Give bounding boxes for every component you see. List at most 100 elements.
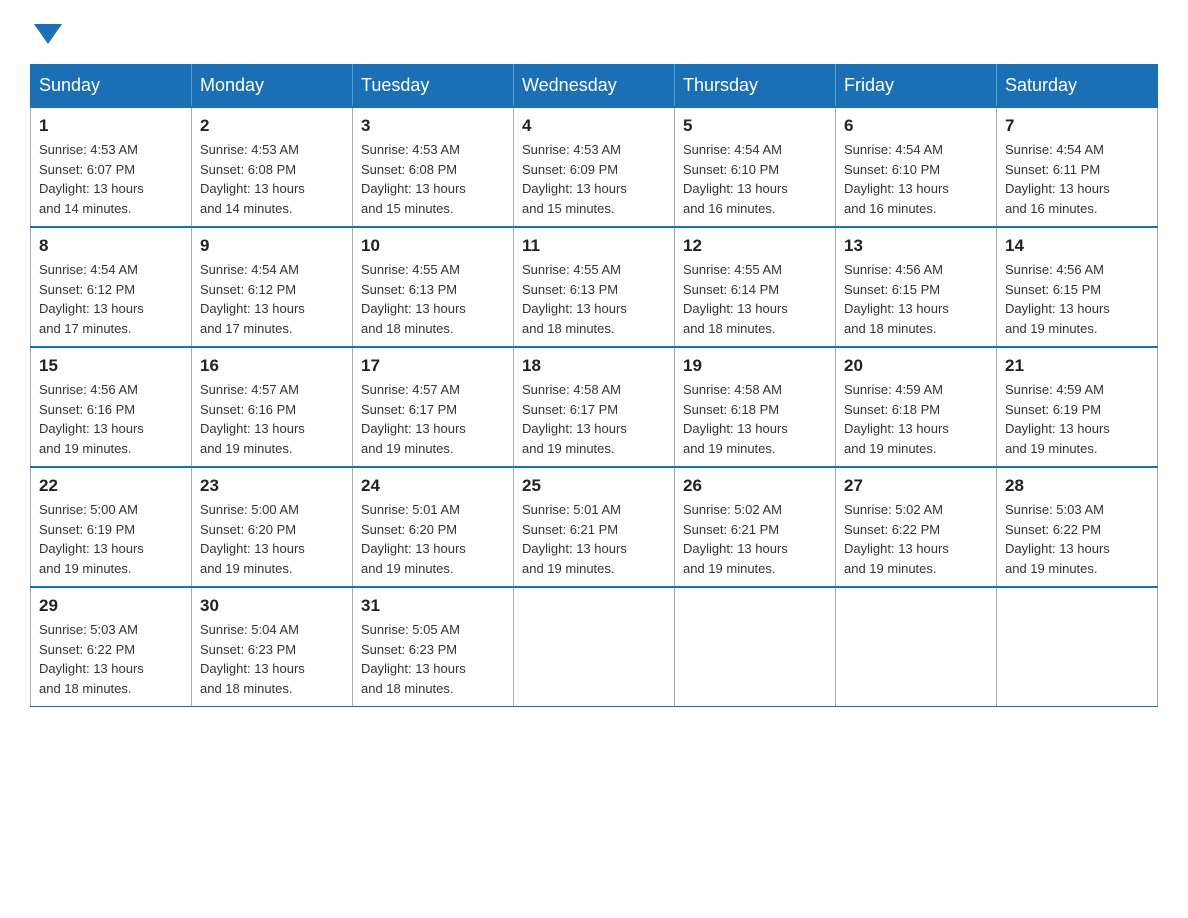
day-number: 28 xyxy=(1005,476,1149,496)
day-info: Sunrise: 5:03 AMSunset: 6:22 PMDaylight:… xyxy=(1005,500,1149,578)
day-info: Sunrise: 4:59 AMSunset: 6:19 PMDaylight:… xyxy=(1005,380,1149,458)
day-number: 23 xyxy=(200,476,344,496)
calendar-table: SundayMondayTuesdayWednesdayThursdayFrid… xyxy=(30,64,1158,707)
day-number: 9 xyxy=(200,236,344,256)
day-number: 18 xyxy=(522,356,666,376)
day-cell-2: 2 Sunrise: 4:53 AMSunset: 6:08 PMDaylight… xyxy=(192,107,353,227)
day-info: Sunrise: 4:54 AMSunset: 6:10 PMDaylight:… xyxy=(844,140,988,218)
day-info: Sunrise: 4:54 AMSunset: 6:12 PMDaylight:… xyxy=(39,260,183,338)
day-number: 31 xyxy=(361,596,505,616)
week-row-1: 1 Sunrise: 4:53 AMSunset: 6:07 PMDaylight… xyxy=(31,107,1158,227)
day-number: 27 xyxy=(844,476,988,496)
day-cell-13: 13Sunrise: 4:56 AMSunset: 6:15 PMDayligh… xyxy=(836,227,997,347)
day-info: Sunrise: 5:00 AMSunset: 6:19 PMDaylight:… xyxy=(39,500,183,578)
logo xyxy=(30,20,62,44)
day-number: 30 xyxy=(200,596,344,616)
day-info: Sunrise: 5:01 AMSunset: 6:21 PMDaylight:… xyxy=(522,500,666,578)
col-header-friday: Friday xyxy=(836,65,997,108)
day-info: Sunrise: 5:00 AMSunset: 6:20 PMDaylight:… xyxy=(200,500,344,578)
day-cell-3: 3Sunrise: 4:53 AMSunset: 6:08 PMDaylight… xyxy=(353,107,514,227)
day-number: 10 xyxy=(361,236,505,256)
day-number: 1 xyxy=(39,116,183,136)
day-number: 12 xyxy=(683,236,827,256)
day-number: 29 xyxy=(39,596,183,616)
week-row-4: 22Sunrise: 5:00 AMSunset: 6:19 PMDayligh… xyxy=(31,467,1158,587)
day-number: 20 xyxy=(844,356,988,376)
day-cell-18: 18 Sunrise: 4:58 AMSunset: 6:17 PMDayligh… xyxy=(514,347,675,467)
day-info: Sunrise: 4:54 AMSunset: 6:11 PMDaylight:… xyxy=(1005,140,1149,218)
day-number: 26 xyxy=(683,476,827,496)
day-cell-24: 24Sunrise: 5:01 AMSunset: 6:20 PMDayligh… xyxy=(353,467,514,587)
empty-cell xyxy=(997,587,1158,707)
day-cell-7: 7 Sunrise: 4:54 AMSunset: 6:11 PMDaylight… xyxy=(997,107,1158,227)
day-info: Sunrise: 5:02 AMSunset: 6:21 PMDaylight:… xyxy=(683,500,827,578)
day-info: Sunrise: 4:56 AMSunset: 6:15 PMDaylight:… xyxy=(844,260,988,338)
day-info: Sunrise: 4:54 AMSunset: 6:12 PMDaylight:… xyxy=(200,260,344,338)
day-cell-15: 15Sunrise: 4:56 AMSunset: 6:16 PMDayligh… xyxy=(31,347,192,467)
day-cell-22: 22Sunrise: 5:00 AMSunset: 6:19 PMDayligh… xyxy=(31,467,192,587)
day-info: Sunrise: 4:59 AMSunset: 6:18 PMDaylight:… xyxy=(844,380,988,458)
col-header-saturday: Saturday xyxy=(997,65,1158,108)
col-header-sunday: Sunday xyxy=(31,65,192,108)
day-number: 4 xyxy=(522,116,666,136)
week-row-3: 15Sunrise: 4:56 AMSunset: 6:16 PMDayligh… xyxy=(31,347,1158,467)
day-info: Sunrise: 4:56 AMSunset: 6:16 PMDaylight:… xyxy=(39,380,183,458)
day-info: Sunrise: 4:55 AMSunset: 6:14 PMDaylight:… xyxy=(683,260,827,338)
day-info: Sunrise: 4:56 AMSunset: 6:15 PMDaylight:… xyxy=(1005,260,1149,338)
day-number: 16 xyxy=(200,356,344,376)
day-number: 17 xyxy=(361,356,505,376)
day-info: Sunrise: 5:04 AMSunset: 6:23 PMDaylight:… xyxy=(200,620,344,698)
day-number: 2 xyxy=(200,116,344,136)
day-info: Sunrise: 4:55 AMSunset: 6:13 PMDaylight:… xyxy=(361,260,505,338)
day-number: 25 xyxy=(522,476,666,496)
day-cell-20: 20 Sunrise: 4:59 AMSunset: 6:18 PMDayligh… xyxy=(836,347,997,467)
day-cell-6: 6 Sunrise: 4:54 AMSunset: 6:10 PMDaylight… xyxy=(836,107,997,227)
day-info: Sunrise: 4:53 AMSunset: 6:08 PMDaylight:… xyxy=(200,140,344,218)
day-number: 7 xyxy=(1005,116,1149,136)
day-cell-9: 9 Sunrise: 4:54 AMSunset: 6:12 PMDaylight… xyxy=(192,227,353,347)
day-number: 8 xyxy=(39,236,183,256)
day-cell-25: 25 Sunrise: 5:01 AMSunset: 6:21 PMDayligh… xyxy=(514,467,675,587)
logo-triangle-icon xyxy=(34,24,62,44)
day-cell-16: 16 Sunrise: 4:57 AMSunset: 6:16 PMDayligh… xyxy=(192,347,353,467)
day-cell-28: 28 Sunrise: 5:03 AMSunset: 6:22 PMDayligh… xyxy=(997,467,1158,587)
day-info: Sunrise: 4:53 AMSunset: 6:07 PMDaylight:… xyxy=(39,140,183,218)
day-info: Sunrise: 4:57 AMSunset: 6:16 PMDaylight:… xyxy=(200,380,344,458)
day-info: Sunrise: 4:54 AMSunset: 6:10 PMDaylight:… xyxy=(683,140,827,218)
day-cell-21: 21 Sunrise: 4:59 AMSunset: 6:19 PMDayligh… xyxy=(997,347,1158,467)
day-cell-10: 10 Sunrise: 4:55 AMSunset: 6:13 PMDayligh… xyxy=(353,227,514,347)
day-cell-4: 4 Sunrise: 4:53 AMSunset: 6:09 PMDaylight… xyxy=(514,107,675,227)
week-row-2: 8 Sunrise: 4:54 AMSunset: 6:12 PMDaylight… xyxy=(31,227,1158,347)
day-number: 19 xyxy=(683,356,827,376)
logo-top xyxy=(30,20,62,44)
col-header-monday: Monday xyxy=(192,65,353,108)
page-header xyxy=(30,20,1158,44)
col-header-wednesday: Wednesday xyxy=(514,65,675,108)
day-info: Sunrise: 4:53 AMSunset: 6:09 PMDaylight:… xyxy=(522,140,666,218)
day-cell-5: 5 Sunrise: 4:54 AMSunset: 6:10 PMDaylight… xyxy=(675,107,836,227)
empty-cell xyxy=(514,587,675,707)
day-cell-30: 30 Sunrise: 5:04 AMSunset: 6:23 PMDayligh… xyxy=(192,587,353,707)
day-cell-11: 11Sunrise: 4:55 AMSunset: 6:13 PMDayligh… xyxy=(514,227,675,347)
day-cell-19: 19Sunrise: 4:58 AMSunset: 6:18 PMDayligh… xyxy=(675,347,836,467)
day-number: 24 xyxy=(361,476,505,496)
empty-cell xyxy=(675,587,836,707)
day-number: 21 xyxy=(1005,356,1149,376)
calendar-header-row: SundayMondayTuesdayWednesdayThursdayFrid… xyxy=(31,65,1158,108)
day-cell-29: 29Sunrise: 5:03 AMSunset: 6:22 PMDayligh… xyxy=(31,587,192,707)
day-number: 5 xyxy=(683,116,827,136)
day-cell-26: 26 Sunrise: 5:02 AMSunset: 6:21 PMDayligh… xyxy=(675,467,836,587)
day-info: Sunrise: 4:55 AMSunset: 6:13 PMDaylight:… xyxy=(522,260,666,338)
day-info: Sunrise: 4:58 AMSunset: 6:17 PMDaylight:… xyxy=(522,380,666,458)
day-info: Sunrise: 4:57 AMSunset: 6:17 PMDaylight:… xyxy=(361,380,505,458)
col-header-thursday: Thursday xyxy=(675,65,836,108)
day-info: Sunrise: 5:05 AMSunset: 6:23 PMDaylight:… xyxy=(361,620,505,698)
day-number: 3 xyxy=(361,116,505,136)
day-cell-31: 31 Sunrise: 5:05 AMSunset: 6:23 PMDayligh… xyxy=(353,587,514,707)
col-header-tuesday: Tuesday xyxy=(353,65,514,108)
day-number: 6 xyxy=(844,116,988,136)
day-cell-8: 8 Sunrise: 4:54 AMSunset: 6:12 PMDaylight… xyxy=(31,227,192,347)
day-number: 14 xyxy=(1005,236,1149,256)
empty-cell xyxy=(836,587,997,707)
day-cell-12: 12 Sunrise: 4:55 AMSunset: 6:14 PMDayligh… xyxy=(675,227,836,347)
